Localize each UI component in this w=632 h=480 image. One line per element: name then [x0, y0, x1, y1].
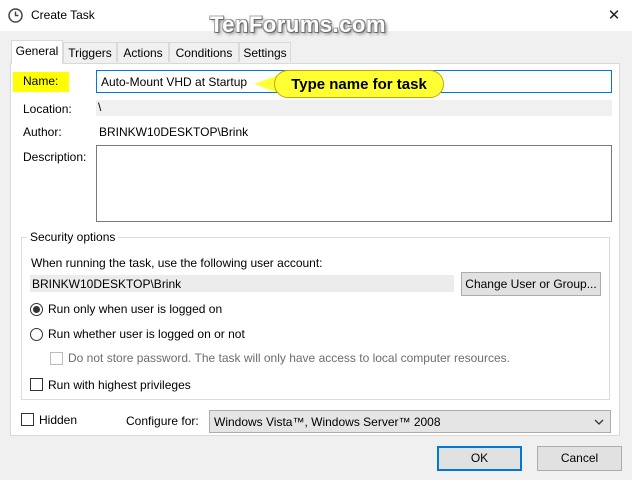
tab-label: Actions: [123, 46, 163, 60]
tab-label: General: [15, 44, 59, 58]
configure-for-label: Configure for:: [126, 414, 199, 428]
checkbox-highest-privileges[interactable]: [30, 378, 43, 391]
radio-selected-dot: [33, 306, 40, 313]
chevron-down-icon: [594, 419, 604, 425]
callout-pointer: [254, 76, 276, 92]
location-field: \: [96, 100, 612, 116]
location-value: \: [98, 100, 102, 114]
security-options-legend: Security options: [27, 230, 119, 244]
change-user-group-button[interactable]: Change User or Group...: [461, 272, 601, 296]
checkbox-hidden[interactable]: [21, 413, 34, 426]
watermark: TenForums.com: [210, 12, 387, 37]
radio-run-logged-on-label[interactable]: Run only when user is logged on: [48, 302, 222, 316]
hidden-label[interactable]: Hidden: [39, 413, 77, 427]
tab-actions[interactable]: Actions: [117, 42, 169, 62]
account-prompt: When running the task, use the following…: [31, 256, 323, 270]
description-textarea[interactable]: [96, 145, 612, 222]
tab-general[interactable]: General: [11, 40, 63, 64]
button-label: OK: [470, 451, 489, 465]
tab-settings[interactable]: Settings: [239, 42, 291, 62]
user-account-field: BRINKW10DESKTOP\Brink: [30, 275, 454, 292]
tab-conditions[interactable]: Conditions: [169, 42, 239, 62]
name-input-value: Auto-Mount VHD at Startup: [101, 75, 248, 89]
tab-label: Triggers: [68, 46, 112, 60]
user-account-value: BRINKW10DESKTOP\Brink: [32, 277, 182, 291]
author-label: Author:: [23, 125, 62, 139]
radio-run-logged-on[interactable]: [30, 303, 43, 316]
description-label: Description:: [23, 150, 87, 164]
button-label: Change User or Group...: [465, 277, 597, 291]
close-icon: ✕: [607, 7, 621, 24]
configure-for-value: Windows Vista™, Windows Server™ 2008: [214, 415, 441, 429]
configure-for-dropdown[interactable]: Windows Vista™, Windows Server™ 2008: [209, 410, 611, 433]
ok-button[interactable]: OK: [437, 446, 522, 471]
button-label: Cancel: [560, 451, 599, 465]
annotation-callout: Type name for task: [274, 70, 444, 98]
radio-run-whether-label[interactable]: Run whether user is logged on or not: [48, 327, 245, 341]
name-label: Name:: [23, 74, 59, 88]
cancel-button[interactable]: Cancel: [537, 446, 622, 471]
tab-label: Conditions: [175, 46, 233, 60]
location-label: Location:: [23, 102, 72, 116]
radio-run-whether[interactable]: [30, 328, 43, 341]
do-not-store-password-label: Do not store password. The task will onl…: [68, 351, 510, 365]
clock-icon: [8, 8, 23, 23]
checkbox-do-not-store-password[interactable]: [50, 352, 63, 365]
highest-privileges-label[interactable]: Run with highest privileges: [48, 378, 191, 392]
close-button[interactable]: ✕: [596, 0, 632, 31]
author-value: BRINKW10DESKTOP\Brink: [99, 125, 249, 139]
window-title: Create Task: [31, 8, 95, 22]
tab-label: Settings: [243, 46, 287, 60]
tab-triggers[interactable]: Triggers: [63, 42, 117, 62]
